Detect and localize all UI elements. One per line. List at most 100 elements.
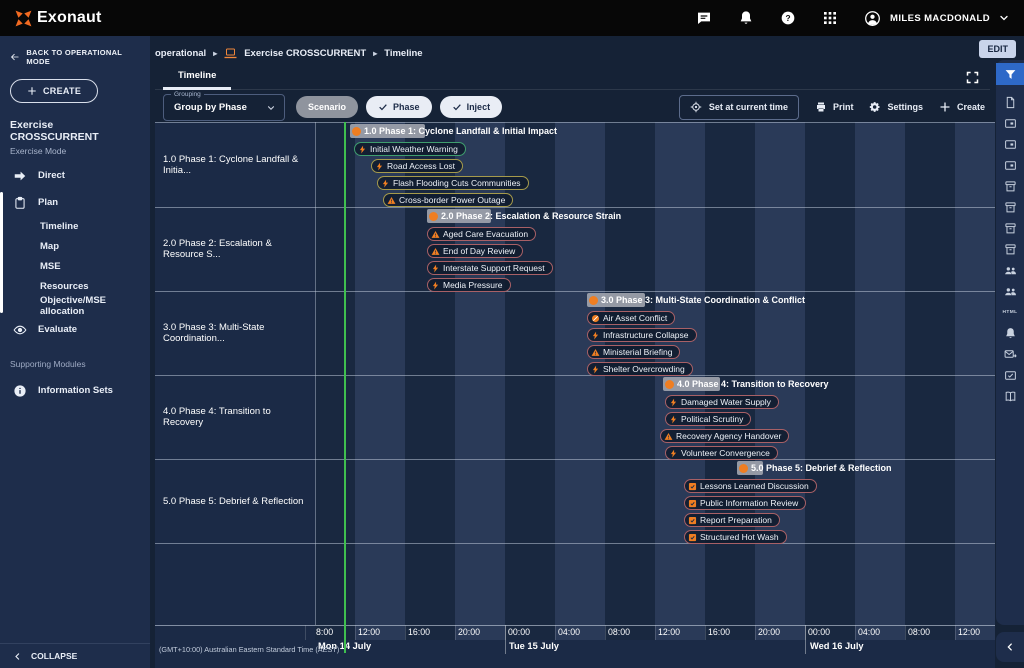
bell-tool[interactable] <box>996 323 1024 344</box>
time-label: 16:00 <box>408 627 430 637</box>
filter-tool[interactable] <box>996 63 1024 85</box>
blocked-icon <box>591 314 600 323</box>
breadcrumb-timeline[interactable]: Timeline <box>384 48 422 59</box>
supporting-modules-heading: Supporting Modules <box>0 343 150 377</box>
inject-pill[interactable]: Volunteer Convergence <box>665 446 778 460</box>
sidebar-item-mse[interactable]: MSE <box>0 256 150 276</box>
help-icon[interactable]: ? <box>780 10 796 26</box>
axis-tick <box>305 625 306 640</box>
direct-label: Direct <box>38 170 65 181</box>
right-toolbar-collapse-button[interactable] <box>996 632 1024 662</box>
notifications-bell-icon[interactable] <box>738 10 754 26</box>
chat-icon[interactable] <box>696 10 712 26</box>
grouping-dropdown[interactable]: Grouping Group by Phase <box>163 94 285 121</box>
inject-pill[interactable]: Report Preparation <box>684 513 780 527</box>
timezone-label: (GMT+10:00) Australian Eastern Standard … <box>159 645 339 654</box>
breadcrumb-separator: ▸ <box>373 49 377 58</box>
inject-label: Report Preparation <box>700 515 772 525</box>
mail-forward-tool[interactable] <box>996 344 1024 365</box>
sidebar-item-timeline[interactable]: Timeline <box>0 216 150 236</box>
phase-marker-icon <box>429 212 438 221</box>
inject-pill[interactable]: End of Day Review <box>427 244 523 258</box>
grouping-value: Group by Phase <box>174 102 247 113</box>
inject-pill[interactable]: Recovery Agency Handover <box>660 429 789 443</box>
inject-pill[interactable]: Infrastructure Collapse <box>587 328 697 342</box>
phase-title: 3.0 Phase 3: Multi-State Coordination & … <box>601 293 805 307</box>
archive-icon <box>1004 201 1017 214</box>
people-tool[interactable] <box>996 260 1024 281</box>
inject-label: Lessons Learned Discussion <box>700 481 809 491</box>
inject-pill[interactable]: Aged Care Evacuation <box>427 227 536 241</box>
sidebar-item-resources[interactable]: Resources <box>0 276 150 296</box>
user-menu[interactable]: MILES MACDONALD <box>864 10 1010 27</box>
chip-phase[interactable]: Phase <box>366 96 432 118</box>
inject-label: Media Pressure <box>443 280 503 290</box>
print-label: Print <box>833 102 854 112</box>
inject-pill[interactable]: Cross-border Power Outage <box>383 193 513 207</box>
print-button[interactable]: Print <box>815 101 854 113</box>
map-label: Map <box>40 241 59 252</box>
book-tool[interactable] <box>996 386 1024 407</box>
archive-tool[interactable] <box>996 176 1024 197</box>
inject-label: Shelter Overcrowding <box>603 364 685 374</box>
sidebar-item-map[interactable]: Map <box>0 236 150 256</box>
set-at-current-time-button[interactable]: Set at current time <box>679 95 799 120</box>
resources-label: Resources <box>40 281 89 292</box>
fullscreen-icon[interactable] <box>965 70 980 85</box>
html-tool[interactable]: HTML <box>996 302 1024 323</box>
arrow-left-icon <box>10 52 19 62</box>
breadcrumb-operational[interactable]: operational <box>155 48 206 59</box>
edit-button[interactable]: EDIT <box>979 40 1016 58</box>
inject-pill[interactable]: Public Information Review <box>684 496 806 510</box>
people-tool[interactable] <box>996 281 1024 302</box>
settings-button[interactable]: Settings <box>869 101 923 113</box>
archive-tool[interactable] <box>996 197 1024 218</box>
inject-pill[interactable]: Ministerial Briefing <box>587 345 680 359</box>
sidebar-item-objective-mse-allocation[interactable]: Objective/MSE allocation <box>0 296 150 316</box>
archive-tool[interactable] <box>996 239 1024 260</box>
inject-pill[interactable]: Air Asset Conflict <box>587 311 675 325</box>
inject-pill[interactable]: Structured Hot Wash <box>684 530 787 544</box>
back-to-operational-mode-link[interactable]: BACK TO OPERATIONAL MODE <box>0 36 150 70</box>
inject-pill[interactable]: Damaged Water Supply <box>665 395 779 409</box>
date-label: Tue 15 July <box>509 641 559 651</box>
sidebar-item-direct[interactable]: Direct <box>0 162 150 189</box>
time-label: 00:00 <box>808 627 830 637</box>
chip-scenario[interactable]: Scenario <box>296 96 358 118</box>
apps-grid-icon[interactable] <box>822 10 838 26</box>
inject-pill[interactable]: Road Access Lost <box>371 159 463 173</box>
inject-pill[interactable]: Media Pressure <box>427 278 511 292</box>
card-tool[interactable] <box>996 155 1024 176</box>
breadcrumb-exercise[interactable]: Exercise CROSSCURRENT <box>244 48 366 59</box>
plan-group: Plan Timeline Map MSE Resources Objectiv… <box>0 189 150 316</box>
warning-icon <box>431 247 440 256</box>
eye-icon <box>13 323 27 337</box>
archive-tool[interactable] <box>996 218 1024 239</box>
sidebar-item-information-sets[interactable]: Information Sets <box>0 377 150 404</box>
sidebar-item-plan[interactable]: Plan <box>0 189 150 216</box>
inject-label: Political Scrutiny <box>681 414 743 424</box>
chip-inject[interactable]: Inject <box>440 96 503 118</box>
document-tool[interactable] <box>996 92 1024 113</box>
tab-timeline[interactable]: Timeline <box>163 64 231 90</box>
inject-pill[interactable]: Lessons Learned Discussion <box>684 479 817 493</box>
create-button[interactable]: CREATE <box>10 79 98 103</box>
create-inject-button[interactable]: Create <box>939 101 985 113</box>
inject-pill[interactable]: Shelter Overcrowding <box>587 362 693 376</box>
bolt-icon <box>669 398 678 407</box>
time-label: 08:00 <box>908 627 930 637</box>
card-check-tool[interactable] <box>996 365 1024 386</box>
time-band <box>855 122 905 625</box>
inject-label: Infrastructure Collapse <box>603 330 689 340</box>
time-label: 20:00 <box>758 627 780 637</box>
sidebar-item-evaluate[interactable]: Evaluate <box>0 316 150 343</box>
inject-pill[interactable]: Flash Flooding Cuts Communities <box>377 176 529 190</box>
time-band <box>755 122 805 625</box>
card-tool[interactable] <box>996 134 1024 155</box>
card-tool[interactable] <box>996 113 1024 134</box>
phase-marker-icon <box>589 296 598 305</box>
sidebar-collapse-button[interactable]: COLLAPSE <box>0 643 150 668</box>
inject-pill[interactable]: Interstate Support Request <box>427 261 553 275</box>
inject-pill[interactable]: Initial Weather Warning <box>354 142 466 156</box>
inject-pill[interactable]: Political Scrutiny <box>665 412 751 426</box>
